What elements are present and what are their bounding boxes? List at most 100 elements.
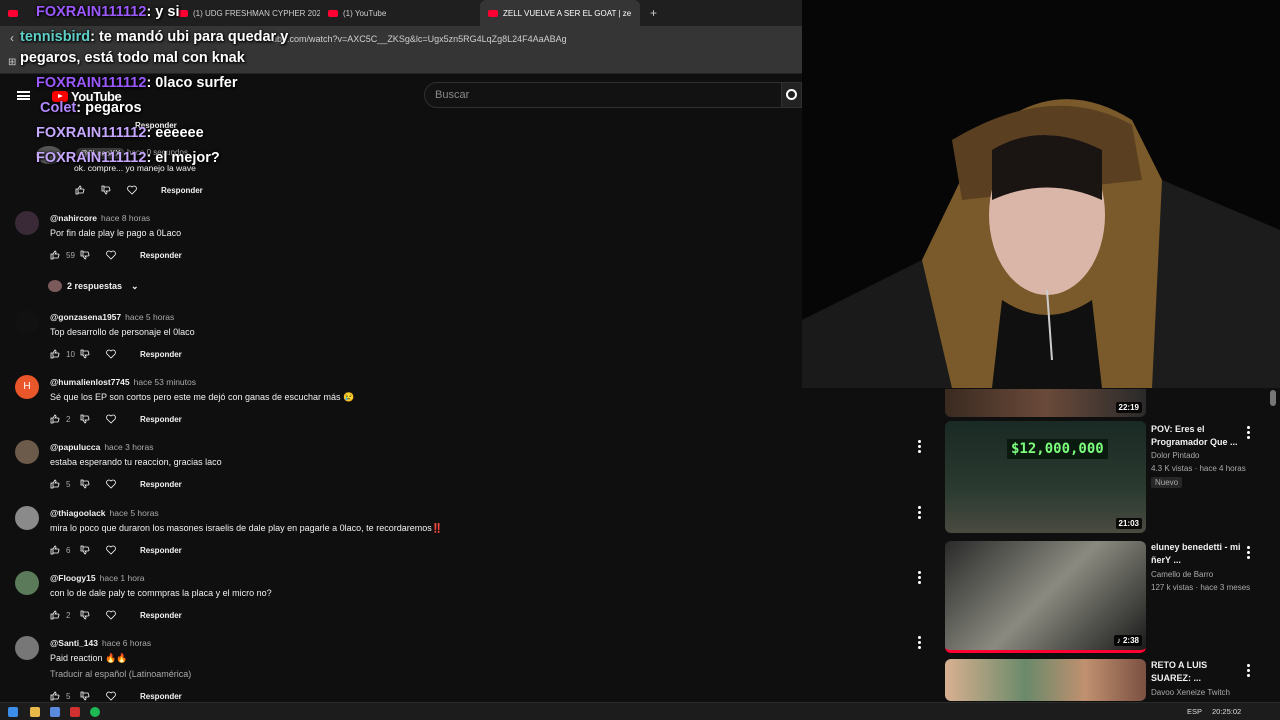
avatar[interactable] xyxy=(15,636,39,660)
windows-start-icon[interactable] xyxy=(8,707,18,717)
reply-button[interactable]: Responder xyxy=(140,611,182,620)
avatar[interactable]: H xyxy=(15,375,39,399)
video-title[interactable]: POV: Eres el Programador Que ... xyxy=(1151,423,1243,449)
avatar[interactable] xyxy=(15,571,39,595)
more-options-icon[interactable] xyxy=(1247,426,1250,441)
sidebar-video-3[interactable]: ♪ 2:38 eluney benedetti - mi ñerY ... Ca… xyxy=(945,541,1280,653)
video-thumbnail[interactable]: $12,000,000 21:03 xyxy=(945,421,1146,533)
comment-user[interactable]: @Floogy15 xyxy=(50,573,96,583)
more-options-icon[interactable] xyxy=(918,636,922,651)
dislike-icon[interactable] xyxy=(80,414,90,424)
video-meta: 4.3 K vistas · hace 4 horas xyxy=(1151,464,1246,473)
tab-zell-vuelve[interactable]: ZELL VUELVE A SER EL GOAT | ze✕ xyxy=(480,0,640,26)
new-badge: Nuevo xyxy=(1151,477,1183,488)
spotify-icon[interactable] xyxy=(90,707,100,717)
like-icon[interactable] xyxy=(50,250,60,260)
sidebar-video-1[interactable]: 22:19 xyxy=(945,389,1280,417)
comment-time[interactable]: hace 5 horas xyxy=(110,508,159,518)
dislike-icon[interactable] xyxy=(80,349,90,359)
url-text[interactable]: ube.com/watch?v=AXC5C__ZKSg&lc=Ugx5zn5RG… xyxy=(272,34,567,44)
video-thumbnail[interactable]: ♪ 2:38 xyxy=(945,541,1146,653)
comment-user[interactable]: @humalienlost7745 xyxy=(50,377,130,387)
comment-time[interactable]: hace 53 minutos xyxy=(134,377,196,387)
heart-icon[interactable] xyxy=(106,479,116,489)
heart-icon[interactable] xyxy=(127,185,137,195)
comment-user[interactable]: @papulucca xyxy=(50,442,100,452)
apps-grid-icon[interactable]: ⊞ xyxy=(8,57,16,68)
like-icon[interactable] xyxy=(50,479,60,489)
dislike-icon[interactable] xyxy=(80,250,90,260)
video-channel[interactable]: Dolor Pintado xyxy=(1151,451,1199,460)
more-options-icon[interactable] xyxy=(1247,546,1250,561)
menu-icon[interactable] xyxy=(17,91,30,100)
comment-time[interactable]: hace 1 hora xyxy=(100,573,145,583)
tab-favicon-first[interactable] xyxy=(0,0,30,26)
heart-icon[interactable] xyxy=(106,250,116,260)
more-options-icon[interactable] xyxy=(918,440,922,455)
avatar[interactable] xyxy=(15,211,39,235)
scrollbar[interactable] xyxy=(1270,390,1276,406)
video-thumbnail[interactable] xyxy=(945,659,1146,701)
comment-time[interactable]: hace 3 horas xyxy=(104,442,153,452)
like-icon[interactable] xyxy=(50,545,60,555)
comment-user[interactable]: @gonzasena1957 xyxy=(50,312,121,322)
like-icon[interactable] xyxy=(50,610,60,620)
reply-button[interactable]: Responder xyxy=(140,415,182,424)
dislike-icon[interactable] xyxy=(80,691,90,701)
comment-time[interactable]: hace 5 horas xyxy=(125,312,174,322)
heart-icon[interactable] xyxy=(106,349,116,359)
video-title[interactable]: RETO A LUIS SUAREZ: ... xyxy=(1151,659,1243,685)
more-options-icon[interactable] xyxy=(918,571,922,586)
clock[interactable]: 20:25:02 xyxy=(1212,707,1241,716)
comment-time[interactable]: hace 8 horas xyxy=(101,213,150,223)
like-icon[interactable] xyxy=(50,414,60,424)
comment-actions: 59 Responder xyxy=(50,249,182,261)
reply-button[interactable]: Responder xyxy=(140,350,182,359)
dislike-icon[interactable] xyxy=(80,479,90,489)
reply-button[interactable]: Responder xyxy=(140,692,182,701)
more-options-icon[interactable] xyxy=(1247,664,1250,679)
reply-button[interactable]: Responder xyxy=(140,480,182,489)
sidebar-video-4[interactable]: RETO A LUIS SUAREZ: ... Davoo Xeneize Tw… xyxy=(945,659,1280,701)
avatar[interactable] xyxy=(15,440,39,464)
comment-user[interactable]: @thiagoolack xyxy=(50,508,106,518)
reply-button[interactable]: Responder xyxy=(161,186,203,195)
video-title[interactable]: eluney benedetti - mi ñerY ... xyxy=(1151,541,1243,567)
chat-text: : el mejor? xyxy=(146,150,220,166)
reply-button[interactable]: Responder xyxy=(140,251,182,260)
browser-icon[interactable] xyxy=(70,707,80,717)
tab-youtube[interactable]: (1) YouTube xyxy=(320,0,480,26)
comment-user[interactable]: @nahircore xyxy=(50,213,97,223)
video-channel[interactable]: Camello de Barro xyxy=(1151,570,1213,579)
comment-time[interactable]: hace 6 horas xyxy=(102,638,151,648)
replies-toggle[interactable]: 2 respuestas ⌄ xyxy=(48,280,139,292)
heart-icon[interactable] xyxy=(106,691,116,701)
more-options-icon[interactable] xyxy=(918,506,922,521)
app-icon[interactable] xyxy=(50,707,60,717)
search-input[interactable]: Buscar xyxy=(424,82,782,108)
video-thumbnail[interactable]: 22:19 xyxy=(945,389,1146,417)
chat-user: tennisbird xyxy=(20,29,91,45)
sidebar-video-2[interactable]: $12,000,000 21:03 POV: Eres el Programad… xyxy=(945,421,1280,533)
reply-button[interactable]: Responder xyxy=(140,546,182,555)
comment-user[interactable]: @Santi_143 xyxy=(50,638,98,648)
avatar[interactable] xyxy=(15,310,39,334)
heart-icon[interactable] xyxy=(106,545,116,555)
translate-link[interactable]: Traducir al español (Latinoamérica) xyxy=(50,669,191,679)
like-icon[interactable] xyxy=(50,349,60,359)
like-icon[interactable] xyxy=(50,691,60,701)
video-channel[interactable]: Davoo Xeneize Twitch xyxy=(1151,688,1230,697)
new-tab-icon[interactable]: + xyxy=(650,6,657,20)
heart-icon[interactable] xyxy=(106,414,116,424)
dislike-icon[interactable] xyxy=(80,610,90,620)
folder-icon[interactable] xyxy=(30,707,40,717)
avatar[interactable] xyxy=(15,506,39,530)
dislike-icon[interactable] xyxy=(101,185,111,195)
dislike-icon[interactable] xyxy=(80,545,90,555)
heart-icon[interactable] xyxy=(106,610,116,620)
language-indicator[interactable]: ESP xyxy=(1187,707,1202,716)
search-button[interactable] xyxy=(782,82,802,108)
like-icon[interactable] xyxy=(75,185,85,195)
back-icon[interactable]: ‹ xyxy=(10,31,14,45)
tab-udg-cypher[interactable]: (1) UDG FRESHMAN CYPHER 2026 - xyxy=(170,0,320,26)
